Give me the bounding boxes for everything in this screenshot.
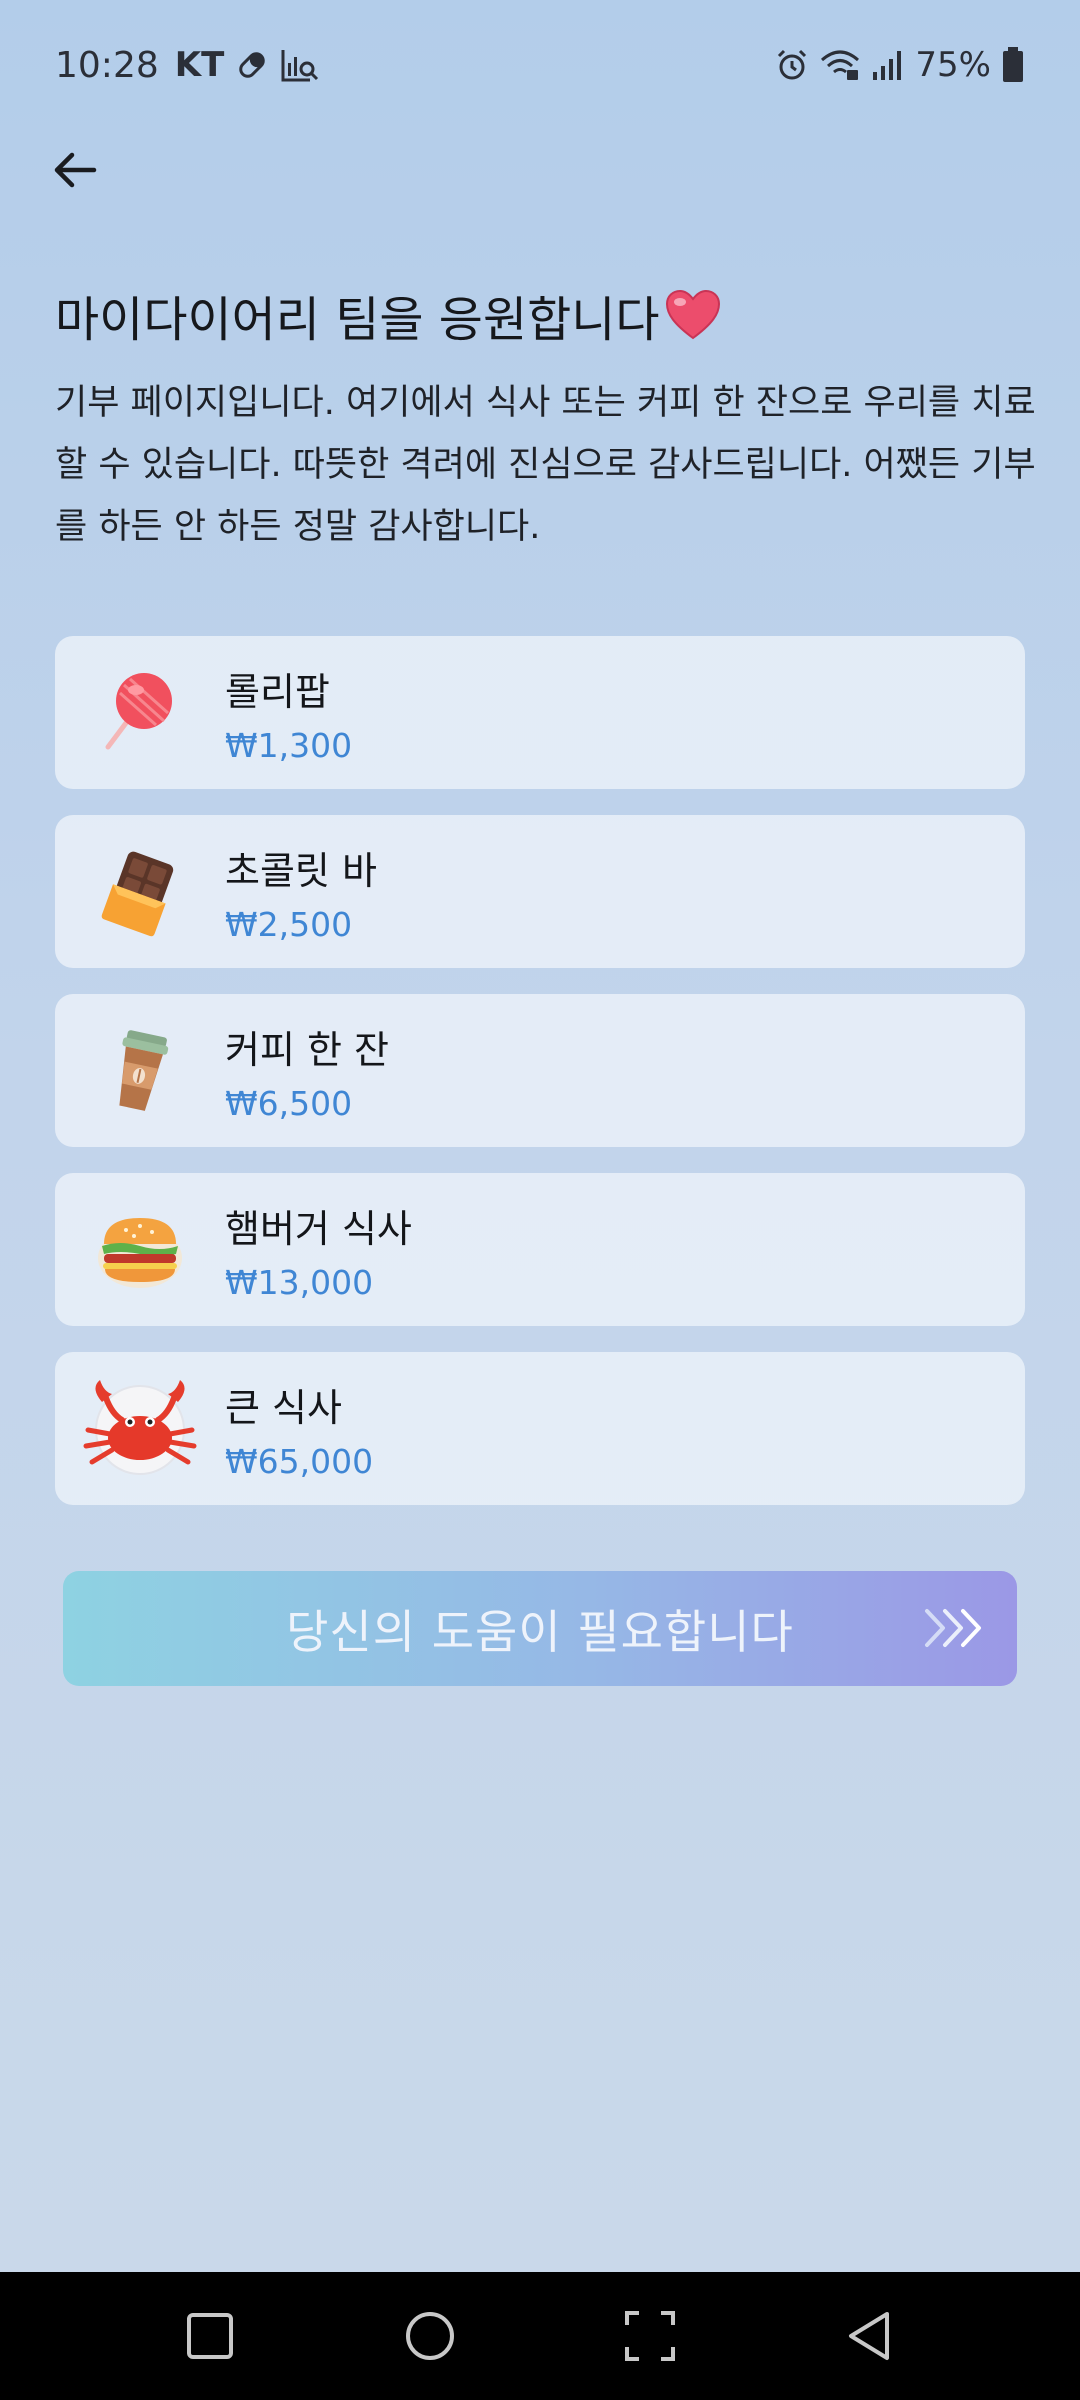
lollipop-icon [55, 636, 225, 789]
signal-icon [871, 48, 905, 82]
battery-icon [1001, 47, 1025, 83]
arrow-left-icon [54, 152, 97, 188]
donation-item-chocolate-bar[interactable]: 초콜릿 바 ₩2,500 [55, 815, 1025, 968]
screenshot-button[interactable] [610, 2296, 690, 2376]
system-nav-bar [0, 2272, 1080, 2400]
status-right: 75% [775, 45, 1025, 85]
page-description: 기부 페이지입니다. 여기에서 식사 또는 커피 한 잔으로 우리를 치료할 수… [55, 383, 1036, 547]
hamburger-icon [55, 1173, 225, 1326]
item-name: 초콜릿 바 [225, 848, 377, 893]
item-price: ₩13,000 [225, 1262, 374, 1302]
item-name: 커피 한 잔 [225, 1027, 389, 1072]
donation-item-big-meal[interactable]: 큰 식사 ₩65,000 [55, 1352, 1025, 1505]
capture-frame-icon [625, 2311, 675, 2361]
item-price: ₩65,000 [225, 1441, 374, 1481]
circle-icon [406, 2312, 454, 2360]
item-text: 롤리팝 ₩1,300 [225, 661, 352, 765]
heart-icon [665, 289, 720, 340]
item-price: ₩2,500 [225, 904, 353, 944]
status-time: 10:28 [55, 44, 159, 86]
square-icon [187, 2313, 233, 2359]
back-button[interactable] [40, 135, 110, 205]
carrier-label: KT [174, 45, 225, 85]
status-bar: 10:28 KT 75% [0, 0, 1080, 130]
item-price: ₩6,500 [225, 1083, 353, 1123]
triple-chevron-icon [925, 1609, 981, 1647]
home-button[interactable] [390, 2296, 470, 2376]
item-price: ₩1,300 [225, 725, 353, 765]
triangle-back-icon [849, 2312, 889, 2360]
donation-item-hamburger[interactable]: 햄버거 식사 ₩13,000 [55, 1173, 1025, 1326]
donation-item-lollipop[interactable]: 롤리팝 ₩1,300 [55, 636, 1025, 789]
alarm-icon [775, 48, 809, 82]
item-name: 햄버거 식사 [225, 1206, 412, 1251]
recent-apps-button[interactable] [170, 2296, 250, 2376]
donation-list: 롤리팝 ₩1,300 초콜릿 바 ₩2,500 커피 한 잔 ₩6,500 햄버… [55, 636, 1025, 1531]
page-title: 마이다이어리 팀을 응원합니다 [55, 280, 1035, 350]
chart-search-icon [280, 47, 320, 83]
cta-label: 당신의 도움이 필요합니다 [286, 1604, 794, 1659]
item-text: 커피 한 잔 ₩6,500 [225, 1019, 389, 1123]
chocolate-bar-icon [55, 815, 225, 968]
wifi-icon [819, 48, 861, 82]
status-left: 10:28 KT [55, 45, 320, 86]
battery-percent: 75% [915, 45, 991, 85]
donation-item-coffee[interactable]: 커피 한 잔 ₩6,500 [55, 994, 1025, 1147]
coffee-cup-icon [55, 994, 225, 1147]
item-text: 햄버거 식사 ₩13,000 [225, 1198, 412, 1302]
page-title-text: 마이다이어리 팀을 응원합니다 [55, 292, 660, 348]
pill-icon [234, 47, 270, 83]
item-text: 초콜릿 바 ₩2,500 [225, 840, 377, 944]
back-nav-button[interactable] [830, 2296, 910, 2376]
item-name: 큰 식사 [225, 1385, 342, 1430]
item-text: 큰 식사 ₩65,000 [225, 1377, 373, 1481]
crab-icon [55, 1352, 225, 1505]
item-name: 롤리팝 [225, 669, 330, 714]
donate-cta-button[interactable]: 당신의 도움이 필요합니다 [63, 1571, 1017, 1686]
